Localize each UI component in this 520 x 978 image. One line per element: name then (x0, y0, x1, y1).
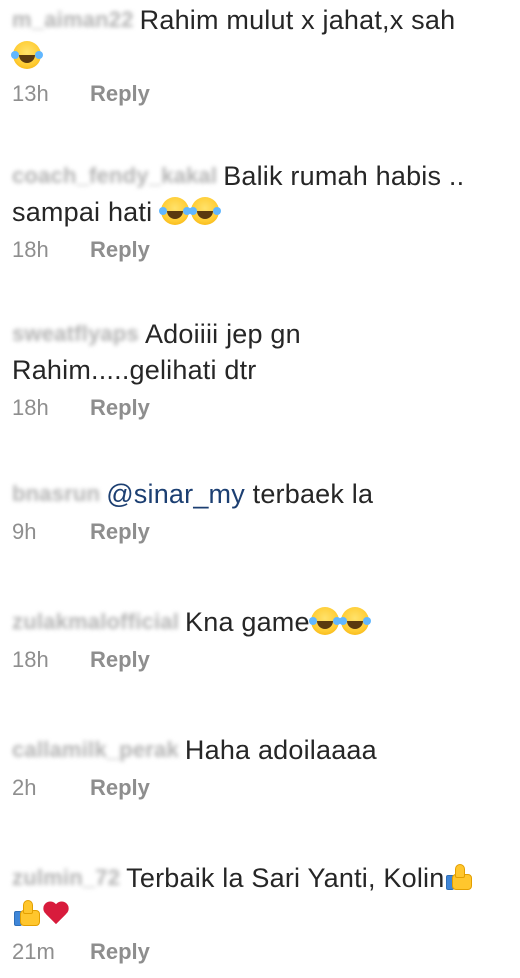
reply-button[interactable]: Reply (90, 938, 150, 966)
thumbs-up-icon (13, 900, 41, 926)
comment-time: 2h (12, 775, 37, 800)
reply-button[interactable]: Reply (90, 518, 150, 546)
comment-text: terbaek la (252, 479, 374, 509)
mention-link[interactable]: @sinar_my (106, 479, 245, 509)
comment-username[interactable]: m_aiman22 (12, 2, 134, 38)
laughing-tears-emoji-icon (11, 41, 41, 69)
comment-time: 21m (12, 939, 55, 964)
laughing-tears-emoji-icon (158, 197, 189, 225)
comment-time: 18h (12, 395, 49, 420)
comment-item: coach_fendy_kakal Balik rumah habis .. sa… (12, 158, 512, 264)
comment-meta: 2h Reply (12, 774, 512, 802)
comment-time: 9h (12, 519, 37, 544)
comment-username[interactable]: coach_fendy_kakal (12, 158, 217, 194)
comment-text-block: bnasrun @sinar_my terbaek la (12, 476, 512, 512)
comment-text-block: zulmin_72 Terbaik la Sari Yanti, Kolin (12, 860, 512, 932)
comment-item: bnasrun @sinar_my terbaek la 9h Reply (12, 476, 512, 546)
comment-text-line1: Balik rumah habis .. (223, 161, 465, 191)
comment-text: Rahim mulut x jahat,x sah (139, 5, 456, 35)
laughing-tears-emoji-icon (338, 607, 369, 635)
comment-item: callamilk_perak Haha adoilaaaa 2h Reply (12, 732, 512, 802)
comment-text-block: m_aiman22 Rahim mulut x jahat,x sah (11, 2, 512, 74)
reply-button[interactable]: Reply (90, 646, 150, 674)
comment-meta: 18h Reply (12, 236, 512, 264)
comment-item: zulmin_72 Terbaik la Sari Yanti, Kolin 21… (12, 860, 512, 966)
laughing-tears-emoji-icon (308, 607, 339, 635)
comment-time: 13h (12, 81, 49, 106)
comment-text-line2: Rahim.....gelihati dtr (12, 355, 257, 385)
comment-time: 18h (12, 647, 49, 672)
comment-username[interactable]: sweatflyaps (12, 316, 139, 352)
comment-username[interactable]: callamilk_perak (12, 732, 179, 768)
reply-button[interactable]: Reply (90, 80, 150, 108)
comment-text: Kna game (185, 607, 310, 637)
comment-username[interactable]: bnasrun (12, 476, 100, 512)
comment-text-block: sweatflyaps Adoiiii jep gn Rahim.....geli… (12, 316, 512, 388)
comment-meta: 9h Reply (12, 518, 512, 546)
reply-button[interactable]: Reply (90, 236, 150, 264)
comment-meta: 21m Reply (12, 938, 512, 966)
comment-item: sweatflyaps Adoiiii jep gn Rahim.....geli… (12, 316, 512, 422)
comment-text: Terbaik la Sari Yanti, Kolin (126, 863, 445, 893)
thumbs-up-icon (445, 864, 473, 890)
comment-text-line1: Adoiiii jep gn (144, 319, 301, 349)
comment-meta: 18h Reply (12, 394, 512, 422)
sparkling-heart-icon (42, 900, 70, 926)
comment-text-block: zulakmalofficial Kna game (12, 604, 512, 640)
reply-button[interactable]: Reply (90, 394, 150, 422)
comment-time: 18h (12, 237, 49, 262)
comment-text-line2: sampai hati (12, 197, 153, 227)
comment-meta: 18h Reply (12, 646, 512, 674)
comment-username[interactable]: zulmin_72 (12, 860, 120, 896)
comment-username[interactable]: zulakmalofficial (12, 604, 179, 640)
comment-text-block: callamilk_perak Haha adoilaaaa (12, 732, 512, 768)
comment-text-block: coach_fendy_kakal Balik rumah habis .. sa… (12, 158, 512, 230)
comment-text: Haha adoilaaaa (184, 735, 377, 765)
reply-button[interactable]: Reply (90, 774, 150, 802)
laughing-tears-emoji-icon (188, 197, 219, 225)
comment-item: zulakmalofficial Kna game 18h Reply (12, 604, 512, 674)
comment-item: m_aiman22 Rahim mulut x jahat,x sah 13h Re… (11, 2, 512, 108)
comment-meta: 13h Reply (12, 80, 512, 108)
